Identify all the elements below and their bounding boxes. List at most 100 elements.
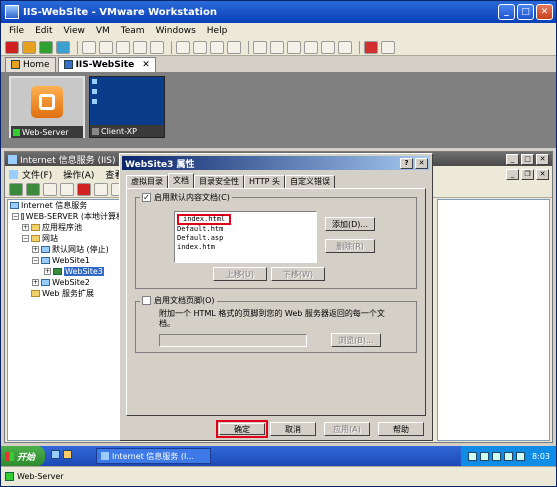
document-item[interactable]: Default.htm	[177, 225, 314, 234]
unity-icon[interactable]	[287, 40, 301, 54]
mdi-minimize-button[interactable]: _	[506, 168, 519, 180]
dialog-close-button[interactable]: ✕	[415, 157, 428, 169]
tree-item[interactable]: − WEB-SERVER (本地计算机	[8, 211, 124, 222]
start-button[interactable]: 开始	[1, 446, 45, 466]
menu-windows[interactable]: Windows	[156, 26, 196, 36]
enable-default-checkbox[interactable]: ✓ 启用默认内容文档(C)	[140, 192, 232, 203]
iis-menu-action[interactable]: 操作(A)	[63, 168, 94, 181]
menu-team[interactable]: Team	[121, 26, 145, 36]
network-icon[interactable]	[227, 40, 241, 54]
tab-iis-website[interactable]: IIS-WebSite ✕	[57, 56, 156, 72]
iis-minimize-button[interactable]: _	[506, 153, 519, 165]
menu-view[interactable]: View	[64, 26, 85, 36]
tab-close-icon[interactable]: ✕	[142, 60, 150, 70]
footer-path-input[interactable]	[159, 334, 307, 347]
show-tree-icon[interactable]	[60, 183, 74, 196]
back-icon[interactable]	[9, 183, 23, 196]
snapshot-icon[interactable]	[82, 40, 96, 54]
tree-item[interactable]: + 默认网站 (停止)	[8, 244, 124, 255]
team-icon[interactable]	[150, 40, 164, 54]
tray-icon[interactable]	[468, 451, 478, 461]
remove-document-button[interactable]: 删除(R)	[325, 239, 375, 253]
network-tray-icon[interactable]	[492, 451, 502, 461]
tree-item[interactable]: + 应用程序池	[8, 222, 124, 233]
summary-icon[interactable]	[321, 40, 335, 54]
quick-launch-icon[interactable]	[51, 450, 60, 459]
thumbnail-client-xp[interactable]: Client-XP	[89, 76, 165, 138]
expand-icon[interactable]: +	[44, 268, 51, 275]
iis-close-button[interactable]: ✕	[536, 153, 549, 165]
properties-icon[interactable]	[94, 183, 108, 196]
document-item[interactable]: Default.asp	[177, 234, 314, 243]
library-icon[interactable]	[381, 40, 395, 54]
collapse-icon[interactable]: −	[22, 235, 29, 242]
settings-icon[interactable]	[210, 40, 224, 54]
apply-button[interactable]: 应用(A)	[324, 422, 370, 436]
fullscreen-icon[interactable]	[253, 40, 267, 54]
tray-icon[interactable]	[516, 451, 526, 461]
clone-icon[interactable]	[133, 40, 147, 54]
expand-icon[interactable]: +	[22, 224, 29, 231]
browse-button[interactable]: 浏览(B)...	[331, 333, 381, 347]
maximize-button[interactable]: □	[517, 4, 534, 20]
mdi-close-button[interactable]: ✕	[536, 168, 549, 180]
expand-icon[interactable]: +	[32, 246, 39, 253]
document-item-selected[interactable]: index.html	[177, 214, 232, 225]
menu-vm[interactable]: VM	[96, 26, 110, 36]
collapse-icon[interactable]: −	[32, 257, 39, 264]
add-document-button[interactable]: 添加(D)...	[325, 217, 375, 231]
tree-item[interactable]: − 网站	[8, 233, 124, 244]
taskbar-task-iis[interactable]: Internet 信息服务 (I...	[96, 448, 211, 464]
default-documents-list[interactable]: index.html Default.htm Default.asp index…	[174, 211, 317, 263]
tray-icon[interactable]	[480, 451, 490, 461]
play-icon[interactable]	[39, 40, 53, 54]
iis-maximize-button[interactable]: □	[521, 153, 534, 165]
reset-icon[interactable]	[56, 40, 70, 54]
move-up-button[interactable]: 上移(U)	[213, 267, 267, 281]
menu-file[interactable]: File	[9, 26, 24, 36]
iis-menu-file[interactable]: 文件(F)	[22, 168, 52, 181]
console-icon[interactable]	[304, 40, 318, 54]
thumbnail-web-server[interactable]: Web-Server	[9, 76, 85, 138]
up-folder-icon[interactable]	[43, 183, 57, 196]
tab-virtual-directory[interactable]: 虚拟目录	[126, 174, 168, 188]
tab-documents[interactable]: 文档	[168, 172, 194, 188]
collapse-icon[interactable]: −	[12, 213, 19, 220]
document-item[interactable]: index.htm	[177, 243, 314, 252]
enable-footer-checkbox[interactable]: 启用文档页脚(O)	[140, 295, 217, 306]
vmware-title-bar[interactable]: IIS-WebSite - VMware Workstation _ □ ✕	[1, 1, 556, 23]
minimize-button[interactable]: _	[498, 4, 515, 20]
tree-item[interactable]: Web 服务扩展	[8, 288, 124, 299]
menu-edit[interactable]: Edit	[35, 26, 52, 36]
move-down-button[interactable]: 下移(W)	[271, 267, 325, 281]
snapshot-manager-icon[interactable]	[116, 40, 130, 54]
tree-item[interactable]: Internet 信息服务	[8, 200, 124, 211]
menu-help[interactable]: Help	[207, 26, 228, 36]
tab-directory-security[interactable]: 目录安全性	[194, 174, 244, 188]
pause-icon[interactable]	[22, 40, 36, 54]
forward-icon[interactable]	[26, 183, 40, 196]
quick-launch-icon[interactable]	[63, 450, 72, 459]
revert-snapshot-icon[interactable]	[99, 40, 113, 54]
ok-button[interactable]: 确定	[219, 423, 265, 435]
tab-custom-errors[interactable]: 自定义错误	[285, 174, 336, 188]
help-button[interactable]: 帮助	[378, 422, 424, 436]
tab-home[interactable]: Home	[5, 56, 56, 72]
thumbnail-icon[interactable]	[338, 40, 352, 54]
tree-item-selected[interactable]: + WebSite3	[8, 266, 124, 277]
tree-item[interactable]: − WebSite1	[8, 255, 124, 266]
favorites-icon[interactable]	[364, 40, 378, 54]
volume-tray-icon[interactable]	[504, 451, 514, 461]
stop-icon[interactable]	[5, 40, 19, 54]
expand-icon[interactable]: +	[32, 279, 39, 286]
tree-item[interactable]: + WebSite2	[8, 277, 124, 288]
dialog-title-bar[interactable]: WebSite3 属性 ? ✕	[122, 156, 430, 170]
record-icon[interactable]	[193, 40, 207, 54]
mdi-restore-button[interactable]: ❐	[521, 168, 534, 180]
cancel-button[interactable]: 取消	[270, 422, 316, 436]
close-button[interactable]: ✕	[536, 4, 553, 20]
capture-icon[interactable]	[176, 40, 190, 54]
delete-icon[interactable]	[77, 183, 91, 196]
quick-switch-icon[interactable]	[270, 40, 284, 54]
tab-http-headers[interactable]: HTTP 头	[244, 174, 286, 188]
